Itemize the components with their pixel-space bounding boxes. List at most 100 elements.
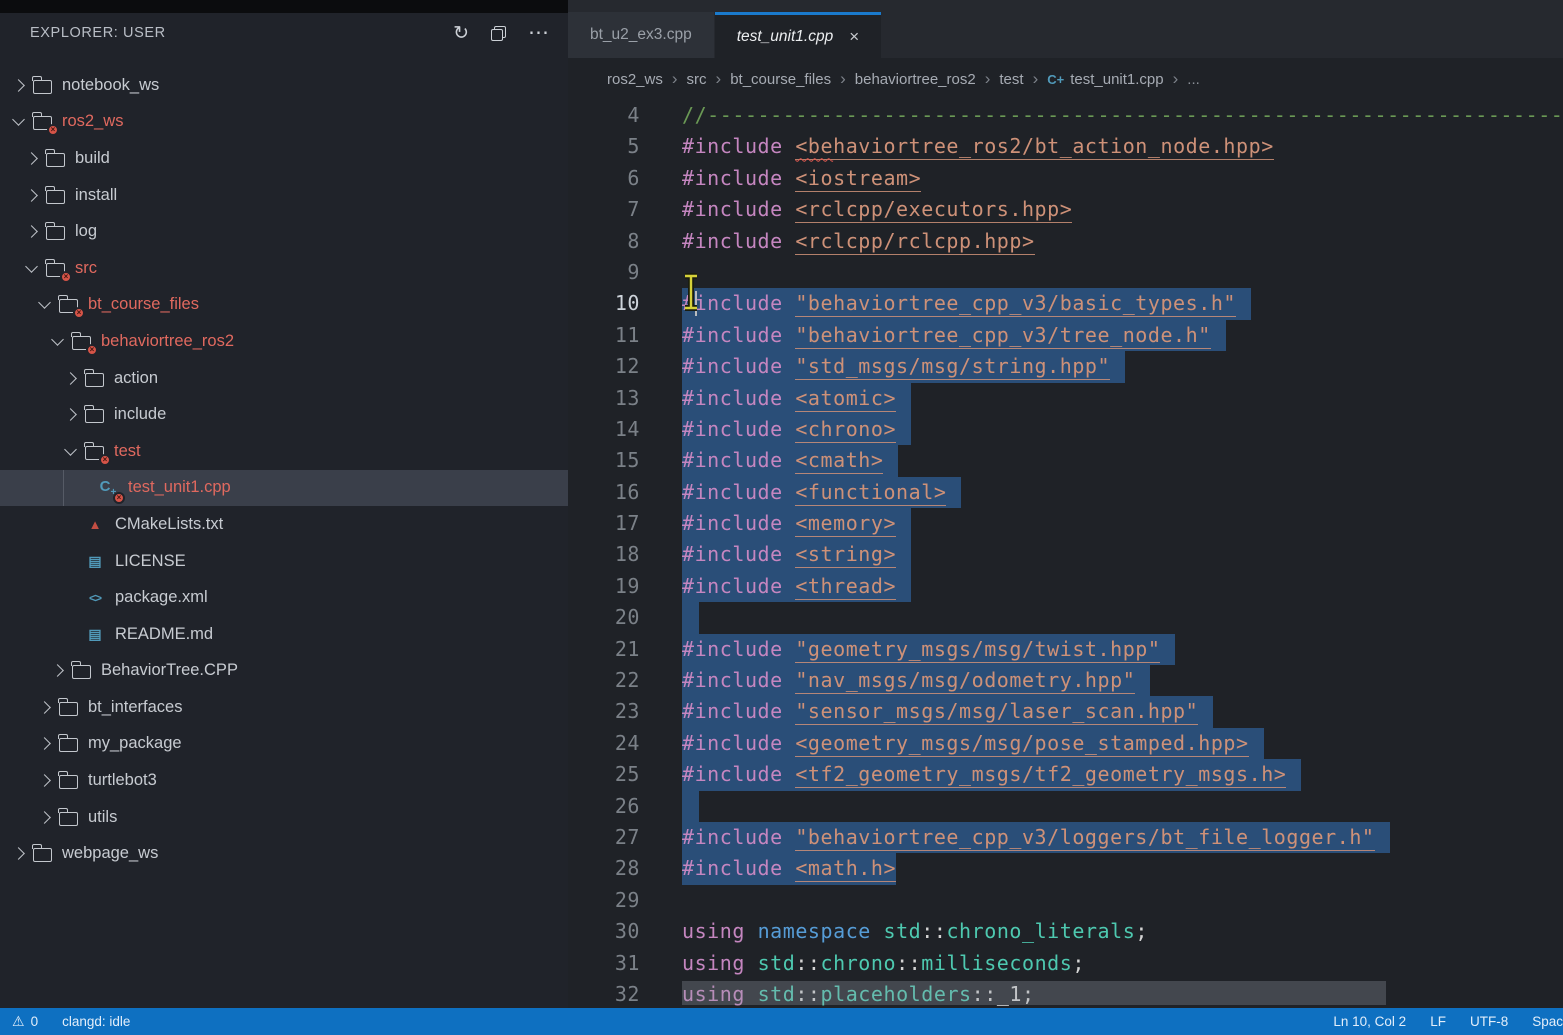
tree-item-test_unit1.cpp[interactable]: C+×test_unit1.cpp [0, 470, 568, 507]
tab-bt_u2_ex3.cpp[interactable]: bt_u2_ex3.cpp [568, 12, 714, 58]
status-indentation[interactable]: Spac [1532, 1014, 1563, 1029]
more-actions-icon[interactable]: ⋯ [528, 28, 550, 39]
tree-item-test[interactable]: ×test [0, 433, 568, 470]
code-line-27[interactable]: 27#include "behaviortree_cpp_v3/loggers/… [568, 822, 1563, 853]
code-line-24[interactable]: 24#include <geometry_msgs/msg/pose_stamp… [568, 728, 1563, 759]
code-line-14[interactable]: 14#include <chrono> [568, 414, 1563, 445]
breadcrumb-item-ros2_ws[interactable]: ros2_ws [607, 71, 663, 88]
breadcrumb-item-test_unit1.cpp[interactable]: C+test_unit1.cpp [1047, 71, 1163, 88]
chevron-right-icon[interactable] [12, 847, 25, 860]
breadcrumb-item-test[interactable]: test [999, 71, 1023, 88]
tree-item-package.xml[interactable]: <>package.xml [0, 579, 568, 616]
breadcrumb-item-bt_course_files[interactable]: bt_course_files [730, 71, 831, 88]
code-line-9[interactable]: 9 [568, 257, 1563, 288]
chevron-right-icon[interactable] [38, 738, 51, 751]
code-line-17[interactable]: 17#include <memory> [568, 508, 1563, 539]
chevron-right-icon[interactable] [38, 774, 51, 787]
chevron-right-icon[interactable] [38, 701, 51, 714]
folder-icon: × [46, 260, 65, 277]
tab-test_unit1.cpp[interactable]: test_unit1.cpp × [715, 12, 881, 58]
tree-item-bt_course_files[interactable]: ×bt_course_files [0, 287, 568, 324]
tree-item-turtlebot3[interactable]: turtlebot3 [0, 762, 568, 799]
code-line-31[interactable]: 31using std::chrono::milliseconds; [568, 948, 1563, 979]
line-number: 26 [568, 791, 640, 822]
horizontal-scrollbar[interactable] [682, 981, 1386, 1005]
refresh-icon[interactable]: ↻ [453, 24, 469, 43]
code-line-28[interactable]: 28 #include <math.h> [568, 853, 1563, 884]
status-clangd-status[interactable]: clangd: idle [62, 1014, 130, 1029]
chevron-right-icon[interactable] [51, 664, 64, 677]
tree-item-bt_interfaces[interactable]: bt_interfaces [0, 689, 568, 726]
tree-item-my_package[interactable]: my_package [0, 726, 568, 763]
tree-item-README.md[interactable]: ▤README.md [0, 616, 568, 653]
code-line-29[interactable]: 29 [568, 885, 1563, 916]
tree-item-build[interactable]: build [0, 140, 568, 177]
tree-item-LICENSE[interactable]: ▤LICENSE [0, 543, 568, 580]
tree-item-ros2_ws[interactable]: ×ros2_ws [0, 104, 568, 141]
chevron-right-icon[interactable] [64, 408, 77, 421]
code-line-20[interactable]: 20 [568, 602, 1563, 633]
code-line-21[interactable]: 21#include "geometry_msgs/msg/twist.hpp" [568, 634, 1563, 665]
breadcrumb-more[interactable]: ... [1187, 71, 1200, 88]
code-line-23[interactable]: 23#include "sensor_msgs/msg/laser_scan.h… [568, 696, 1563, 727]
line-number: 31 [568, 948, 640, 979]
chevron-right-icon[interactable] [25, 152, 38, 165]
code-line-16[interactable]: 16#include <functional> [568, 477, 1563, 508]
code-line-22[interactable]: 22#include "nav_msgs/msg/odometry.hpp" [568, 665, 1563, 696]
chevron-right-icon[interactable] [64, 372, 77, 385]
tab-label: test_unit1.cpp [737, 28, 834, 46]
chevron-right-icon[interactable] [25, 189, 38, 202]
status-problems[interactable]: ⚠0 [12, 1013, 38, 1030]
breadcrumb-item-src[interactable]: src [687, 71, 707, 88]
tree-item-label: turtlebot3 [88, 771, 157, 790]
code-line-6[interactable]: 6#include <iostream> [568, 163, 1563, 194]
status-eol[interactable]: LF [1430, 1014, 1446, 1029]
tree-item-CMakeLists.txt[interactable]: ▲CMakeLists.txt [0, 506, 568, 543]
breadcrumb-item-behaviortree_ros2[interactable]: behaviortree_ros2 [855, 71, 976, 88]
chevron-right-icon[interactable] [25, 225, 38, 238]
code-line-13[interactable]: 13#include <atomic> [568, 383, 1563, 414]
tree-item-notebook_ws[interactable]: notebook_ws [0, 67, 568, 104]
code-line-4[interactable]: 4//-------------------------------------… [568, 100, 1563, 131]
chevron-right-icon[interactable] [38, 811, 51, 824]
code-lines: 4//-------------------------------------… [568, 100, 1563, 1008]
status-cursor-position[interactable]: Ln 10, Col 2 [1333, 1014, 1406, 1029]
tree-item-src[interactable]: ×src [0, 250, 568, 287]
chevron-down-icon[interactable] [12, 114, 25, 127]
tree-item-BehaviorTree.CPP[interactable]: BehaviorTree.CPP [0, 653, 568, 690]
tree-item-utils[interactable]: utils [0, 799, 568, 836]
code-editor[interactable]: 4//-------------------------------------… [568, 100, 1563, 1008]
tree-item-webpage_ws[interactable]: webpage_ws [0, 835, 568, 872]
chevron-down-icon[interactable] [64, 443, 77, 456]
tree-item-include[interactable]: include [0, 396, 568, 433]
code-line-11[interactable]: 11#include "behaviortree_cpp_v3/tree_nod… [568, 320, 1563, 351]
tree-item-install[interactable]: install [0, 177, 568, 214]
close-icon[interactable]: × [849, 27, 859, 47]
tree-item-log[interactable]: log [0, 213, 568, 250]
code-text: #include <math.h> [682, 853, 896, 884]
line-number: 32 [568, 979, 640, 1008]
code-line-10[interactable]: 10#include "behaviortree_cpp_v3/basic_ty… [568, 288, 1563, 319]
collapse-folders-icon[interactable] [491, 26, 506, 41]
code-line-25[interactable]: 25#include <tf2_geometry_msgs/tf2_geomet… [568, 759, 1563, 790]
code-line-26[interactable]: 26 [568, 791, 1563, 822]
code-line-12[interactable]: 12#include "std_msgs/msg/string.hpp" [568, 351, 1563, 382]
code-line-18[interactable]: 18#include <string> [568, 539, 1563, 570]
code-line-5[interactable]: 5#include <behaviortree_ros2/bt_action_n… [568, 131, 1563, 162]
tree-item-action[interactable]: action [0, 360, 568, 397]
code-line-30[interactable]: 30using namespace std::chrono_literals; [568, 916, 1563, 947]
code-line-8[interactable]: 8#include <rclcpp/rclcpp.hpp> [568, 226, 1563, 257]
error-badge: × [113, 492, 125, 504]
chevron-down-icon[interactable] [38, 296, 51, 309]
status-encoding[interactable]: UTF-8 [1470, 1014, 1508, 1029]
tree-item-behaviortree_ros2[interactable]: ×behaviortree_ros2 [0, 323, 568, 360]
tree-item-label: action [114, 369, 158, 388]
error-badge: × [86, 344, 98, 356]
chevron-down-icon[interactable] [51, 333, 64, 346]
code-line-15[interactable]: 15#include <cmath> [568, 445, 1563, 476]
chevron-down-icon[interactable] [25, 260, 38, 273]
line-number: 28 [568, 853, 640, 884]
code-line-7[interactable]: 7#include <rclcpp/executors.hpp> [568, 194, 1563, 225]
chevron-right-icon[interactable] [12, 79, 25, 92]
code-line-19[interactable]: 19#include <thread> [568, 571, 1563, 602]
